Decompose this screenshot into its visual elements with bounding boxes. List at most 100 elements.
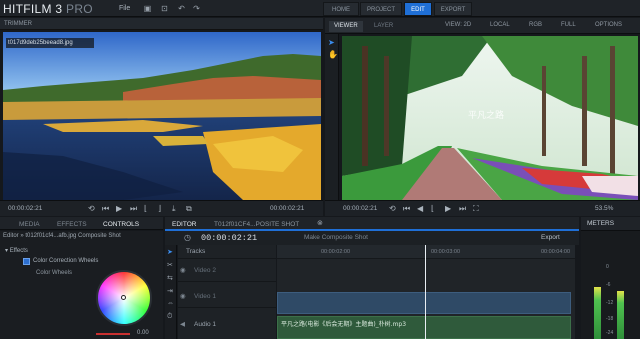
viewer-step-forward-icon[interactable]: ⏭ (459, 204, 466, 214)
settings-icon[interactable]: ⊡ (160, 4, 169, 13)
playhead[interactable] (425, 245, 426, 339)
trimmer-clip-name: t017d9deb25beead8.jpg (6, 38, 94, 48)
visibility-icon[interactable]: ◉ (180, 292, 186, 300)
controls-path: Editor » t012f01cf4...afb.jpg Composite … (3, 233, 121, 239)
pan-tool-icon[interactable]: ✋ (328, 50, 338, 59)
tab-export[interactable]: EXPORT (434, 2, 472, 16)
audio-meters (581, 231, 640, 339)
local-select[interactable]: LOCAL (490, 22, 510, 28)
track-name-video-2: Video 2 (194, 267, 216, 274)
speaker-icon[interactable]: ◀ (180, 320, 185, 328)
viewer-fullscreen-icon[interactable]: ⛶ (473, 204, 479, 214)
tab-viewer[interactable]: VIEWER (329, 21, 363, 32)
meter-right (617, 291, 624, 339)
view-mode-select[interactable]: VIEW: 2D (445, 22, 471, 28)
insert-icon[interactable]: ⤓ (172, 204, 176, 214)
viewer-header: VIEWER LAYER VIEW: 2D LOCAL RGB FULL OPT… (325, 18, 640, 34)
ruler-label: 00:00:02:00 (321, 249, 351, 255)
track-header-video-1[interactable]: ◉ Video 1 (178, 286, 276, 308)
tab-controls[interactable]: CONTROLS (98, 219, 144, 230)
visibility-icon[interactable]: ◉ (180, 266, 186, 274)
color-wheel-handle[interactable] (121, 295, 126, 300)
tab-composite-shot[interactable]: T012f01CF4...POSITE SHOT (209, 219, 304, 230)
meters-title: METERS (581, 217, 640, 231)
track-name-video-1: Video 1 (194, 293, 216, 300)
trimmer-image (3, 32, 321, 200)
roll-tool-icon[interactable]: ⇔ (167, 300, 174, 307)
close-tab-icon[interactable]: ⊗ (317, 219, 323, 227)
lake-landscape-image (3, 32, 321, 200)
trimmer-transport: 00:00:02:21 ⟲ ⏮ ▶ ⏭ ⌊ ⌋ ⤓ ⧉ 00:00:02:21 (0, 200, 323, 216)
resolution-select[interactable]: FULL (561, 22, 576, 28)
effects-group[interactable]: ▾ Effects (5, 247, 28, 254)
effect-name[interactable]: Color Correction Wheels (33, 258, 98, 264)
tab-media[interactable]: MEDIA (14, 219, 45, 230)
track-name-audio-1: Audio 1 (194, 321, 217, 328)
viewer-canvas[interactable]: 平凡之路 (342, 36, 638, 200)
color-wheels-label: Color Wheels (36, 270, 73, 276)
step-forward-icon[interactable]: ⏭ (130, 204, 137, 214)
select-tool-icon[interactable]: ➤ (167, 248, 173, 256)
tracks-label: Tracks (178, 245, 276, 259)
viewer-back-icon[interactable]: ◀ (417, 204, 423, 213)
tab-project[interactable]: PROJECT (360, 2, 402, 16)
mark-out-icon[interactable]: ⌋ (158, 204, 161, 213)
trimmer-time-right: 00:00:02:21 (270, 205, 305, 212)
app-logo: HITFILM 3 PRO (3, 2, 93, 16)
viewer-play-icon[interactable]: ▶ (445, 204, 451, 213)
track-header-audio-1[interactable]: ◀ Audio 1 (178, 314, 276, 336)
file-menu[interactable]: File (119, 5, 130, 12)
viewer-toolbar: ➤ ✋ (325, 34, 339, 200)
top-bar: HITFILM 3 PRO File ▣ ⊡ ↶ ↷ HOME PROJECT … (0, 0, 640, 17)
meter-scale: -12 (606, 300, 614, 306)
save-icon[interactable]: ▣ (143, 4, 152, 13)
meter-scale: 0 (606, 264, 609, 270)
channel-select[interactable]: RGB (529, 22, 542, 28)
clock-icon: ◷ (184, 233, 191, 242)
rate-tool-icon[interactable]: ⏱ (167, 313, 172, 321)
meter-left (594, 287, 601, 339)
tab-layer[interactable]: LAYER (369, 21, 398, 32)
step-back-icon[interactable]: ⏮ (102, 204, 109, 214)
mark-in-icon[interactable]: ⌊ (144, 204, 147, 213)
tab-effects[interactable]: EFFECTS (52, 219, 92, 230)
editor-tools: ➤ ✂ ⇆ ⇥ ⇔ ⏱ (165, 245, 177, 339)
make-composite-button[interactable]: Make Composite Shot (304, 234, 368, 241)
ripple-tool-icon[interactable]: ⇥ (167, 287, 173, 295)
controls-tabs: MEDIA EFFECTS CONTROLS (0, 217, 163, 230)
redo-icon[interactable]: ↷ (192, 4, 201, 13)
editor-timecode[interactable]: 00:00:02:21 (201, 233, 257, 243)
overlay-icon[interactable]: ⧉ (186, 204, 192, 214)
trimmer-title: TRIMMER (0, 18, 323, 30)
slice-tool-icon[interactable]: ✂ (167, 261, 173, 269)
undo-icon[interactable]: ↶ (177, 4, 186, 13)
viewer-loop-icon[interactable]: ⟲ (389, 204, 396, 213)
viewer-mark-in-icon[interactable]: ⌊ (431, 204, 434, 213)
options-menu[interactable]: OPTIONS (595, 22, 622, 28)
tab-editor[interactable]: EDITOR (167, 219, 201, 230)
play-icon[interactable]: ▶ (116, 204, 122, 213)
audio-clip[interactable]: 平凡之路(电影《后会无期》主题曲)_朴树.mp3 (277, 316, 571, 339)
loop-icon[interactable]: ⟲ (88, 204, 95, 213)
ruler-label: 00:00:03:00 (431, 249, 461, 255)
effects-label: Effects (9, 248, 28, 254)
meter-scale: -24 (606, 330, 614, 336)
viewer-transport: 00:00:02:21 ⟲ ⏮ ◀ ⌊ ▶ ⏭ ⛶ 53.5% (325, 200, 640, 216)
tab-edit[interactable]: EDIT (404, 2, 432, 16)
video-clip[interactable] (277, 292, 571, 314)
viewer-step-back-icon[interactable]: ⏮ (403, 204, 410, 214)
wheel-value[interactable]: 0.00 (137, 330, 149, 336)
editor-tabs: EDITOR T012f01CF4...POSITE SHOT ⊗ (165, 217, 579, 231)
viewer-watermark: 平凡之路 (468, 111, 505, 121)
ruler-label: 00:00:04:00 (541, 249, 571, 255)
track-header-video-2[interactable]: ◉ Video 2 (178, 260, 276, 282)
viewer-time: 00:00:02:21 (343, 205, 378, 212)
select-tool-icon[interactable]: ➤ (328, 38, 335, 47)
tab-home[interactable]: HOME (323, 2, 359, 16)
effect-enable-checkbox[interactable] (23, 258, 30, 265)
trimmer-time-left: 00:00:02:21 (8, 205, 43, 212)
export-button[interactable]: Export (541, 234, 560, 241)
slip-tool-icon[interactable]: ⇆ (167, 274, 173, 282)
viewer-zoom[interactable]: 53.5% (595, 205, 613, 212)
wheel-slider[interactable] (96, 333, 130, 335)
